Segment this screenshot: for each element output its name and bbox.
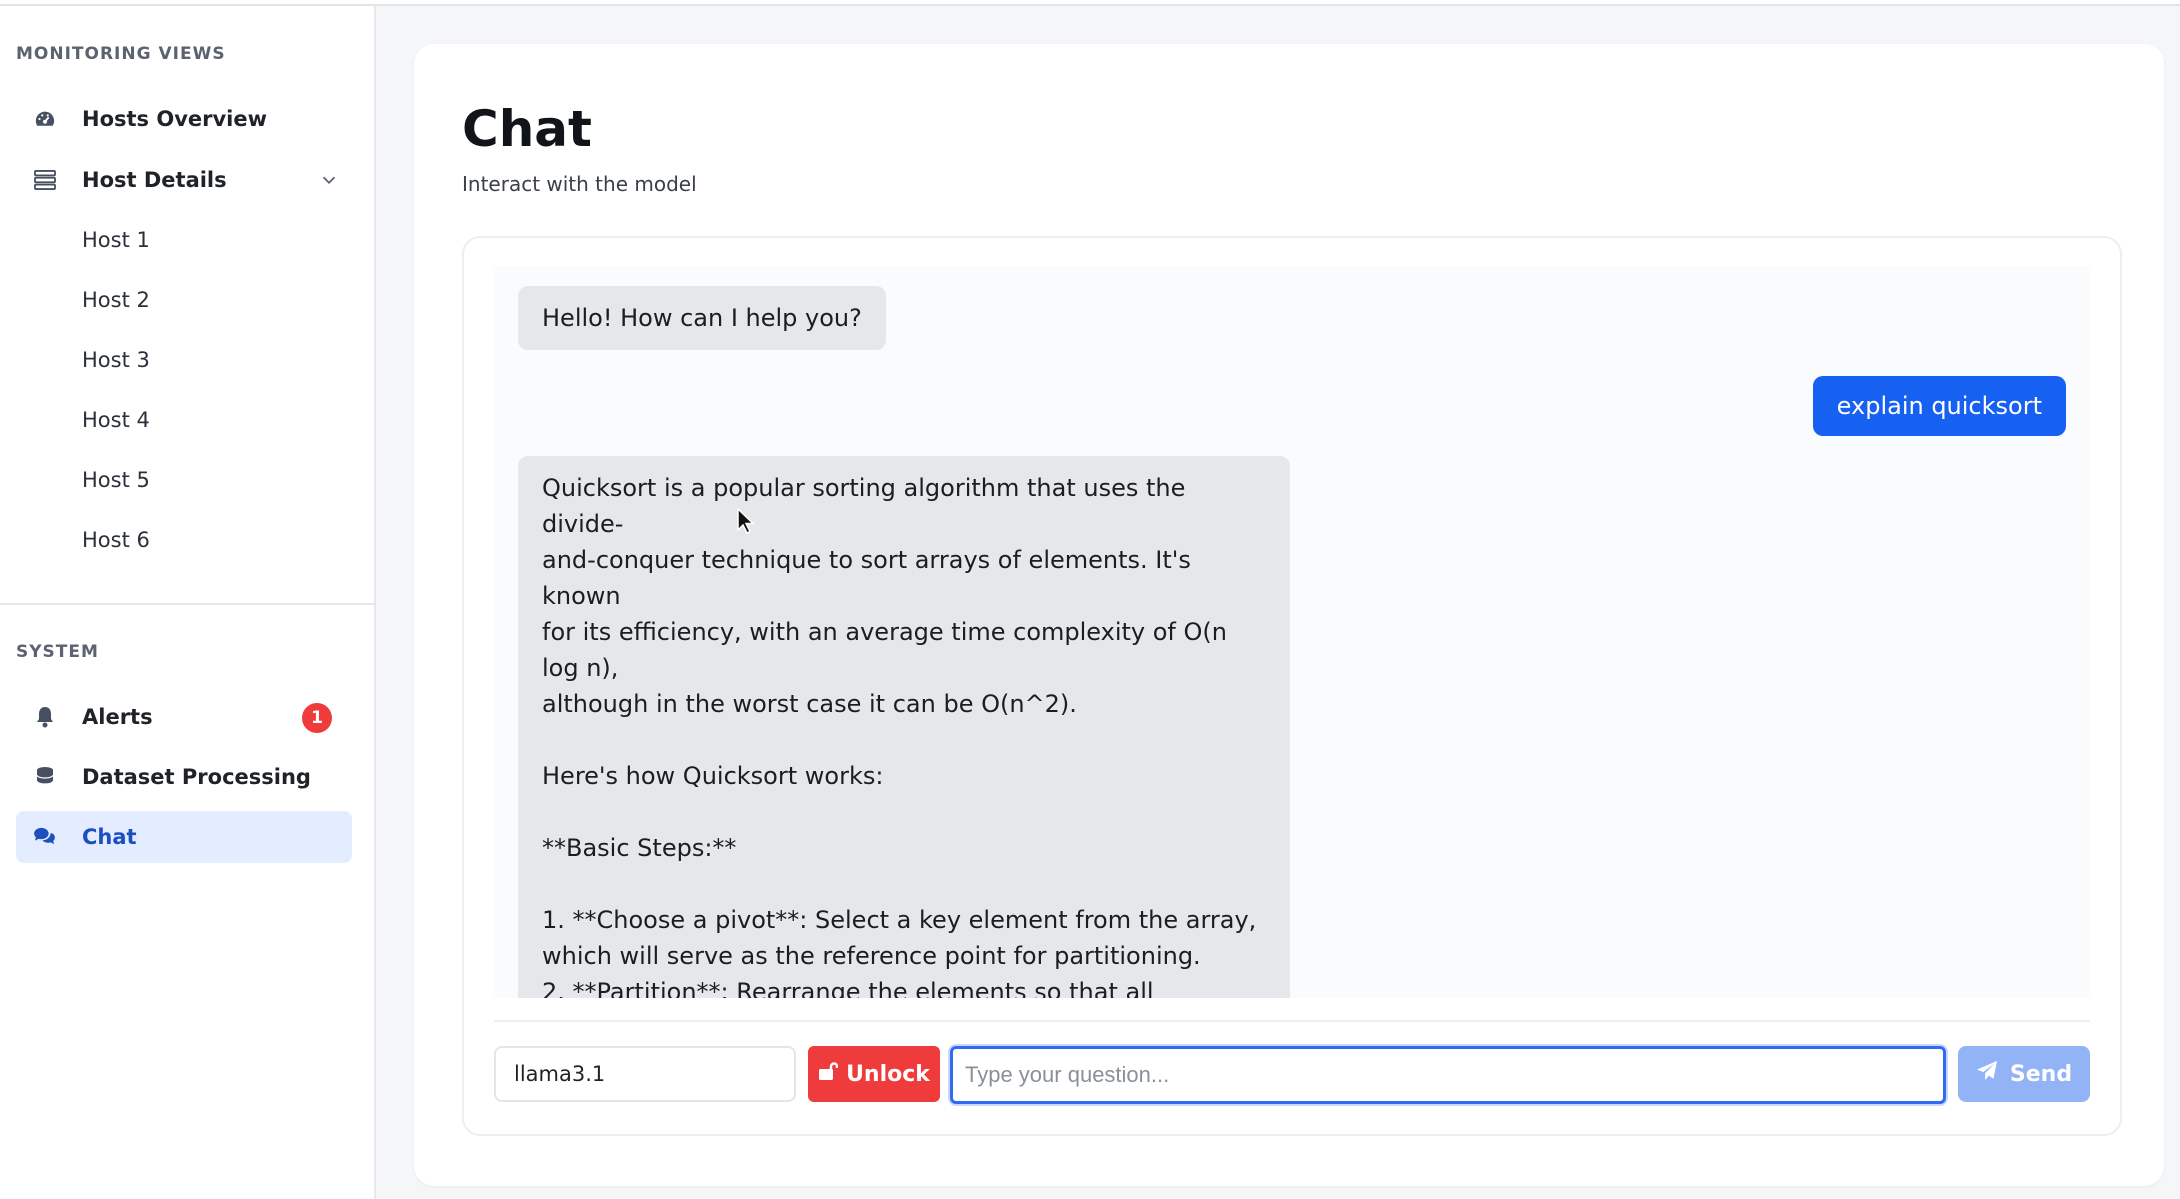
server-icon [32, 167, 58, 193]
main-content-card: Chat Interact with the model Hello! How … [414, 44, 2164, 1186]
alerts-count-badge: 1 [302, 703, 332, 733]
message-list[interactable]: Hello! How can I help you? explain quick… [494, 266, 2090, 998]
send-button[interactable]: Send [1958, 1046, 2090, 1102]
dashboard-icon [32, 106, 58, 132]
system-heading: SYSTEM [16, 642, 99, 662]
sidebar-item-label: Alerts [82, 705, 153, 729]
bell-icon [32, 704, 58, 730]
sidebar-item-host-6[interactable]: Host 6 [16, 514, 352, 566]
sidebar-item-label: Host 3 [82, 348, 150, 372]
sidebar-item-host-1[interactable]: Host 1 [16, 214, 352, 266]
sidebar-divider [0, 603, 376, 605]
bot-message-answer: Quicksort is a popular sorting algorithm… [518, 456, 1290, 998]
send-label: Send [2009, 1061, 2073, 1087]
unlock-label: Unlock [846, 1061, 930, 1087]
bot-message-greeting: Hello! How can I help you? [518, 286, 886, 350]
chevron-down-icon[interactable] [318, 169, 340, 191]
sidebar-item-host-details[interactable]: Host Details [16, 154, 352, 206]
sidebar-item-label: Host 4 [82, 408, 150, 432]
page-subtitle: Interact with the model [462, 172, 697, 196]
database-icon [32, 764, 58, 790]
question-input[interactable] [950, 1046, 1946, 1104]
sidebar-item-label: Hosts Overview [82, 107, 268, 131]
sidebar-item-label: Chat [82, 825, 137, 849]
monitoring-views-heading: MONITORING VIEWS [16, 44, 226, 64]
sidebar-item-label: Host Details [82, 168, 227, 192]
page-title: Chat [462, 100, 592, 158]
chat-input-row: llama3.1 Unlock Send [494, 1020, 2090, 1110]
sidebar-item-label: Host 6 [82, 528, 150, 552]
sidebar-item-host-5[interactable]: Host 5 [16, 454, 352, 506]
sidebar-item-label: Host 5 [82, 468, 150, 492]
mouse-cursor-icon [737, 507, 755, 538]
sidebar-item-host-2[interactable]: Host 2 [16, 274, 352, 326]
sidebar-item-alerts[interactable]: Alerts 1 [16, 691, 352, 743]
sidebar-item-chat[interactable]: Chat [16, 811, 352, 863]
unlock-button[interactable]: Unlock [808, 1046, 940, 1102]
sidebar-item-label: Host 1 [82, 228, 150, 252]
paper-plane-icon [1976, 1060, 1998, 1088]
model-name-field[interactable]: llama3.1 [494, 1046, 796, 1102]
unlock-icon [818, 1061, 839, 1087]
sidebar-item-host-3[interactable]: Host 3 [16, 334, 352, 386]
user-message: explain quicksort [1812, 376, 2066, 436]
comments-icon [32, 824, 58, 850]
sidebar: MONITORING VIEWS Hosts Overview Host Det… [0, 6, 376, 1199]
sidebar-item-label: Host 2 [82, 288, 150, 312]
sidebar-item-host-4[interactable]: Host 4 [16, 394, 352, 446]
chat-panel: Hello! How can I help you? explain quick… [462, 236, 2122, 1136]
sidebar-item-label: Dataset Processing [82, 765, 311, 789]
sidebar-item-hosts-overview[interactable]: Hosts Overview [16, 93, 352, 145]
sidebar-item-dataset-processing[interactable]: Dataset Processing [16, 751, 352, 803]
